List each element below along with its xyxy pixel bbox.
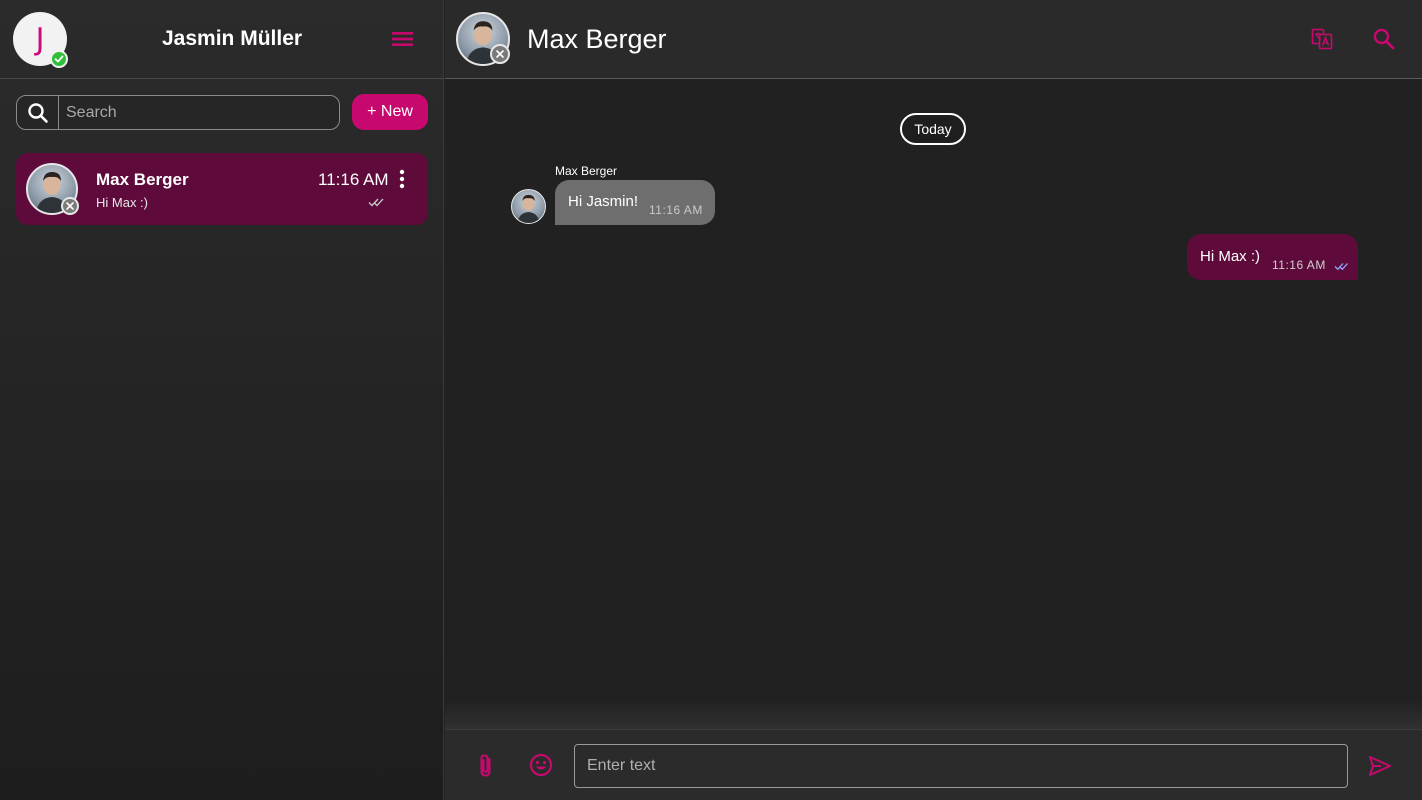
sidebar: J Jasmin Müller + New — [0, 0, 444, 800]
paperclip-icon[interactable] — [475, 753, 497, 779]
message-text: Hi Max :) — [1200, 248, 1260, 265]
chat-list-item[interactable]: Max Berger Hi Max :) 11:16 AM — [16, 153, 428, 225]
own-user-name: Jasmin Müller — [162, 27, 303, 50]
offline-status-icon — [490, 44, 510, 64]
date-divider: Today — [900, 113, 966, 145]
chat-item-preview: Hi Max :) — [96, 195, 148, 210]
chat-item-time: 11:16 AM — [318, 170, 389, 189]
search-icon[interactable] — [1372, 27, 1396, 51]
sidebar-header: J Jasmin Müller — [0, 0, 444, 79]
incoming-message[interactable]: Hi Jasmin! 11:16 AM — [555, 180, 715, 225]
composer-shadow — [445, 700, 1422, 730]
online-status-icon — [50, 50, 68, 68]
message-sender-name: Max Berger — [555, 164, 618, 178]
hamburger-menu-icon[interactable] — [390, 28, 416, 50]
more-vertical-icon[interactable] — [394, 169, 410, 189]
offline-status-icon — [61, 197, 79, 215]
new-chat-button[interactable]: + New — [352, 94, 428, 130]
search-box — [16, 95, 340, 130]
message-avatar — [511, 189, 546, 224]
chat-header: Max Berger — [445, 0, 1422, 79]
contact-name: Max Berger — [527, 24, 667, 54]
message-time: 11:16 AM — [1272, 258, 1326, 272]
outgoing-message[interactable]: Hi Max :) 11:16 AM — [1187, 234, 1358, 280]
chat-item-name: Max Berger — [96, 170, 189, 189]
message-composer — [445, 729, 1422, 800]
message-text: Hi Jasmin! — [568, 193, 639, 210]
send-icon[interactable] — [1368, 755, 1392, 777]
emoji-icon[interactable] — [529, 753, 553, 777]
search-input[interactable] — [60, 96, 338, 129]
message-time: 11:16 AM — [649, 203, 703, 217]
own-avatar-initial: J — [35, 21, 45, 57]
double-check-icon — [1334, 259, 1350, 271]
double-check-icon — [368, 195, 386, 207]
translate-icon[interactable] — [1311, 28, 1333, 50]
message-input[interactable] — [574, 744, 1348, 788]
search-icon — [17, 96, 59, 129]
